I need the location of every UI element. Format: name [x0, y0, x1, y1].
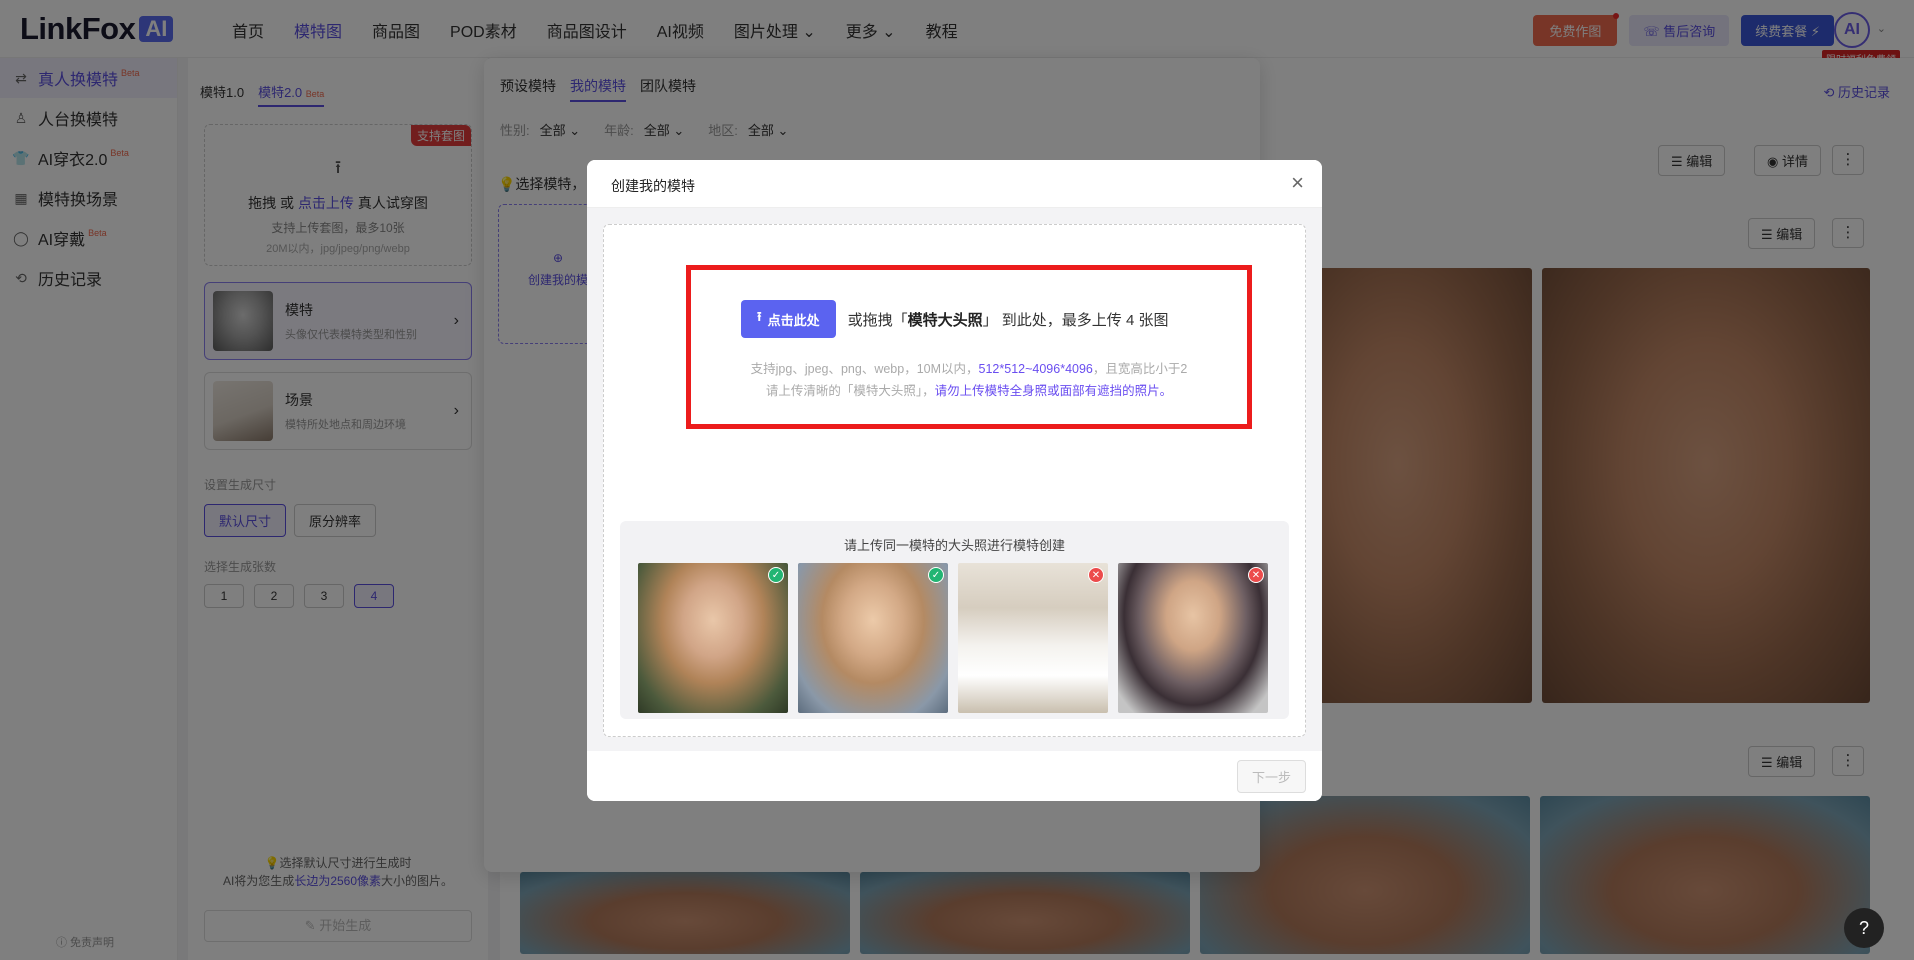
format-hint: 支持jpg、jpeg、png、webp，10M以内，512*512~4096*4…: [691, 358, 1247, 377]
highlight-box: ⭱ 点击此处 或拖拽「模特大头照」 到此处，最多上传 4 张图 支持jpg、jpe…: [686, 265, 1252, 429]
hint1-pre: 支持jpg、jpeg、png、webp，10M以内，: [750, 362, 979, 376]
cross-icon: ✕: [1248, 567, 1264, 583]
check-icon: ✓: [768, 567, 784, 583]
upload-icon: ⭱: [757, 309, 762, 324]
example-gallery: 请上传同一模特的大头照进行模特创建 ✓ ✓ ✕ ✕: [620, 521, 1289, 719]
example-headshot-good: ✓: [638, 563, 788, 713]
hint2-highlight: 请勿上传模特全身照或面部有遮挡的照片。: [934, 384, 1173, 398]
example-headshot-good: ✓: [798, 563, 948, 713]
drag-post: 」 到此处，最多上传 4 张图: [982, 311, 1169, 329]
upload-row: ⭱ 点击此处 或拖拽「模特大头照」 到此处，最多上传 4 张图: [741, 300, 1168, 338]
help-button[interactable]: ?: [1844, 908, 1884, 948]
example-fullbody-bad: ✕: [958, 563, 1108, 713]
dialog-header: 创建我的模特 ×: [587, 160, 1322, 208]
examples-title: 请上传同一模特的大头照进行模特创建: [843, 538, 1065, 553]
hint1-post: ，且宽高比小于2: [1092, 362, 1188, 376]
quality-hint: 请上传清晰的「模特大头照」，请勿上传模特全身照或面部有遮挡的照片。: [691, 380, 1247, 399]
close-icon[interactable]: ×: [1291, 172, 1304, 194]
drag-bold: 模特大头照: [907, 311, 983, 329]
hint2-pre: 请上传清晰的「模特大头照」，: [765, 384, 935, 398]
click-here-upload-button[interactable]: ⭱ 点击此处: [741, 300, 836, 338]
drag-pre: 或拖拽「: [847, 311, 908, 329]
headshot-drop-zone[interactable]: ⭱ 点击此处 或拖拽「模特大头照」 到此处，最多上传 4 张图 支持jpg、jpe…: [603, 224, 1306, 737]
cross-icon: ✕: [1088, 567, 1104, 583]
dialog-body: ⭱ 点击此处 或拖拽「模特大头照」 到此处，最多上传 4 张图 支持jpg、jpe…: [587, 208, 1322, 751]
dialog-title: 创建我的模特: [611, 178, 695, 194]
example-occluded-bad: ✕: [1118, 563, 1268, 713]
dialog-footer: 下一步: [587, 751, 1322, 801]
next-step-button[interactable]: 下一步: [1236, 760, 1306, 793]
check-icon: ✓: [928, 567, 944, 583]
hint1-highlight: 512*512~4096*4096: [978, 362, 1093, 376]
drag-instruction: 或拖拽「模特大头照」 到此处，最多上传 4 张图: [848, 309, 1169, 330]
create-model-dialog: 创建我的模特 × ⭱ 点击此处 或拖拽「模特大头照」 到此处，最多上传 4 张图 …: [587, 160, 1322, 801]
upload-btn-label: 点击此处: [767, 312, 820, 328]
